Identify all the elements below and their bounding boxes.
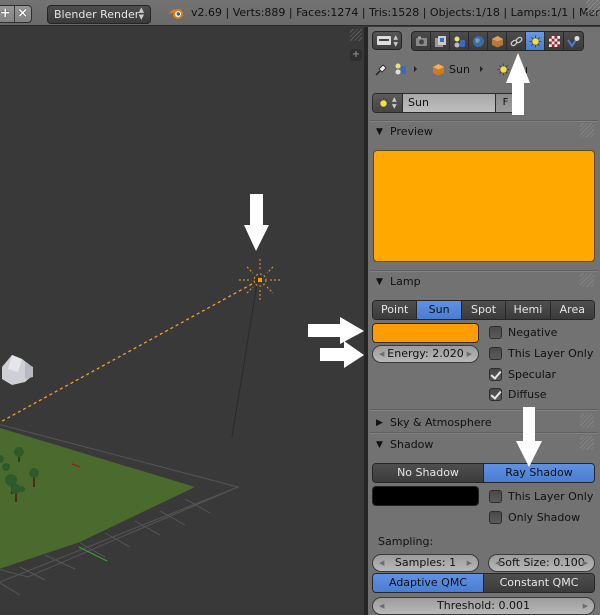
annotation-arrow-right-energy [320, 341, 364, 368]
toggle-properties-shelf-button[interactable]: + [350, 49, 362, 61]
annotation-overlay [506, 53, 542, 467]
delete-screen-button[interactable]: × [13, 6, 32, 22]
annotation-arrow-up-lamp-tab [506, 53, 530, 115]
sun-ray-dashed [0, 283, 253, 423]
screen-layout-buttons: + × [0, 5, 32, 23]
blender-logo-icon [169, 9, 183, 19]
render-engine-select[interactable]: Blender Render ▲ ▼ [47, 5, 151, 24]
add-screen-button[interactable]: + [0, 6, 14, 22]
properties-editor: ▲ ▼ Sun ▲ ▼ Sun F ▼ Preview ▼ Lamp Point… [368, 27, 600, 615]
render-engine-value: Blender Render [54, 8, 140, 21]
ground-plane [0, 428, 195, 569]
scene-stats: v2.69 | Verts:889 | Faces:1274 | Tris:15… [191, 6, 600, 19]
annotation-arrow-down-ray-shadow [516, 407, 542, 467]
scene-canvas [0, 194, 364, 596]
area-split-corner[interactable] [586, 0, 600, 14]
3d-viewport[interactable]: + [0, 27, 364, 615]
annotation-arrow-down-sun [244, 194, 269, 251]
sun-lamp-origin [258, 278, 262, 282]
updown-arrows-icon: ▲ ▼ [138, 6, 144, 21]
annotation-arrow-right-color [308, 317, 364, 344]
viewport-split-corner[interactable] [350, 29, 362, 41]
info-header: + × Blender Render ▲ ▼ v2.69 | Verts:889 … [0, 0, 600, 26]
sun-direction-line [231, 276, 259, 438]
cloud-mesh [2, 355, 33, 385]
